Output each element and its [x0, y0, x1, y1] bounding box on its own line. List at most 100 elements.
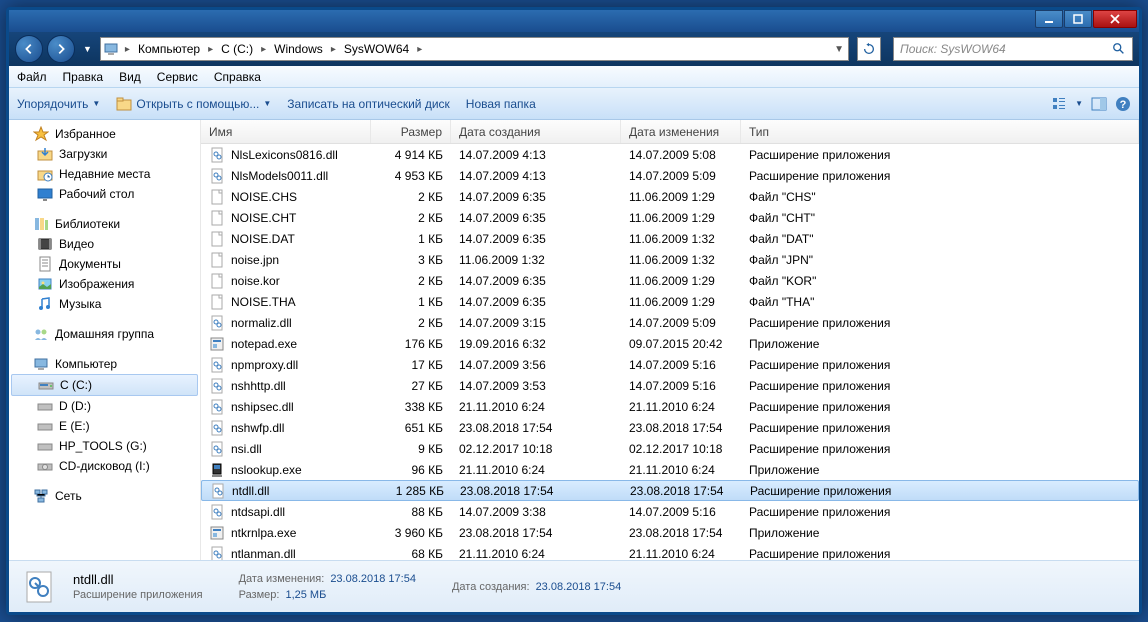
file-row[interactable]: nshhttp.dll27 КБ14.07.2009 3:5314.07.200…: [201, 375, 1139, 396]
view-options-icon[interactable]: [1051, 96, 1067, 112]
chevron-right-icon[interactable]: ▸: [257, 44, 270, 55]
file-row[interactable]: ntdsapi.dll88 КБ14.07.2009 3:3814.07.200…: [201, 501, 1139, 522]
file-type: Расширение приложения: [741, 421, 1139, 435]
cd-drive-icon: [37, 458, 53, 474]
sidebar-computer[interactable]: Компьютер: [9, 354, 200, 374]
column-modified[interactable]: Дата изменения: [621, 120, 741, 143]
file-row[interactable]: NOISE.CHS2 КБ14.07.2009 6:3511.06.2009 1…: [201, 186, 1139, 207]
open-with-button[interactable]: Открыть с помощью... ▼: [116, 96, 271, 112]
maximize-button[interactable]: [1064, 10, 1092, 28]
breadcrumb[interactable]: ▸ Компьютер ▸ C (C:) ▸ Windows ▸ SysWOW6…: [100, 37, 849, 61]
file-row[interactable]: NOISE.DAT1 КБ14.07.2009 6:3511.06.2009 1…: [201, 228, 1139, 249]
column-name[interactable]: Имя: [201, 120, 371, 143]
file-row[interactable]: notepad.exe176 КБ19.09.2016 6:3209.07.20…: [201, 333, 1139, 354]
file-icon: [209, 441, 225, 457]
file-row[interactable]: nslookup.exe96 КБ21.11.2010 6:2421.11.20…: [201, 459, 1139, 480]
file-size: 1 КБ: [371, 232, 451, 246]
file-created: 02.12.2017 10:18: [451, 442, 621, 456]
file-type: Расширение приложения: [742, 484, 1138, 498]
file-row[interactable]: nsi.dll9 КБ02.12.2017 10:1802.12.2017 10…: [201, 438, 1139, 459]
file-row[interactable]: noise.kor2 КБ14.07.2009 6:3511.06.2009 1…: [201, 270, 1139, 291]
file-name: normaliz.dll: [231, 316, 292, 330]
sidebar-libraries[interactable]: Библиотеки: [9, 214, 200, 234]
sidebar-item[interactable]: E (E:): [9, 416, 200, 436]
organize-button[interactable]: Упорядочить ▼: [17, 97, 100, 111]
sidebar-item[interactable]: Загрузки: [9, 144, 200, 164]
burn-button[interactable]: Записать на оптический диск: [287, 97, 450, 111]
chevron-down-icon[interactable]: ▼: [830, 44, 848, 55]
history-dropdown-icon[interactable]: ▼: [79, 44, 96, 54]
sidebar-favorites[interactable]: Избранное: [9, 124, 200, 144]
search-input[interactable]: Поиск: SysWOW64: [893, 37, 1133, 61]
sidebar-item[interactable]: Рабочий стол: [9, 184, 200, 204]
file-size: 2 КБ: [371, 274, 451, 288]
sidebar-item[interactable]: Музыка: [9, 294, 200, 314]
breadcrumb-segment[interactable]: Windows: [270, 38, 327, 60]
sidebar-item-c-drive[interactable]: C (C:): [11, 374, 198, 396]
file-row[interactable]: ntkrnlpa.exe3 960 КБ23.08.2018 17:5423.0…: [201, 522, 1139, 543]
file-icon: [209, 357, 225, 373]
file-type: Приложение: [741, 526, 1139, 540]
sidebar-item[interactable]: CD-дисковод (I:): [9, 456, 200, 476]
file-row[interactable]: nshwfp.dll651 КБ23.08.2018 17:5423.08.20…: [201, 417, 1139, 438]
file-icon: [209, 210, 225, 226]
file-created: 23.08.2018 17:54: [451, 526, 621, 540]
help-icon[interactable]: ?: [1115, 96, 1131, 112]
menu-file[interactable]: Файл: [17, 70, 47, 84]
file-created: 14.07.2009 3:15: [451, 316, 621, 330]
back-button[interactable]: [15, 35, 43, 63]
sidebar-item[interactable]: Видео: [9, 234, 200, 254]
column-created[interactable]: Дата создания: [451, 120, 621, 143]
file-row[interactable]: NOISE.THA1 КБ14.07.2009 6:3511.06.2009 1…: [201, 291, 1139, 312]
minimize-button[interactable]: [1035, 10, 1063, 28]
breadcrumb-segment[interactable]: C (C:): [217, 38, 257, 60]
chevron-right-icon[interactable]: ▸: [121, 44, 134, 55]
breadcrumb-segment[interactable]: Компьютер: [134, 38, 204, 60]
menubar: Файл Правка Вид Сервис Справка: [9, 66, 1139, 88]
file-name: NOISE.CHT: [231, 211, 296, 225]
file-modified: 14.07.2009 5:16: [621, 505, 741, 519]
file-row[interactable]: NlsLexicons0816.dll4 914 КБ14.07.2009 4:…: [201, 144, 1139, 165]
file-name: NOISE.DAT: [231, 232, 295, 246]
file-size: 27 КБ: [371, 379, 451, 393]
file-row[interactable]: NlsModels0011.dll4 953 КБ14.07.2009 4:13…: [201, 165, 1139, 186]
chevron-right-icon[interactable]: ▸: [204, 44, 217, 55]
chevron-right-icon[interactable]: ▸: [327, 44, 340, 55]
file-created: 11.06.2009 1:32: [451, 253, 621, 267]
refresh-button[interactable]: [857, 37, 881, 61]
sidebar-item[interactable]: Недавние места: [9, 164, 200, 184]
forward-button[interactable]: [47, 35, 75, 63]
file-type: Файл "CHS": [741, 190, 1139, 204]
breadcrumb-segment[interactable]: SysWOW64: [340, 38, 413, 60]
sidebar-item[interactable]: Изображения: [9, 274, 200, 294]
file-modified: 23.08.2018 17:54: [621, 526, 741, 540]
menu-tools[interactable]: Сервис: [157, 70, 198, 84]
file-icon: [209, 189, 225, 205]
file-name: ntdsapi.dll: [231, 505, 285, 519]
sidebar-network[interactable]: Сеть: [9, 486, 200, 506]
file-row[interactable]: noise.jpn3 КБ11.06.2009 1:3211.06.2009 1…: [201, 249, 1139, 270]
details-pane: ntdll.dll Расширение приложения Дата изм…: [9, 560, 1139, 612]
file-row[interactable]: npmproxy.dll17 КБ14.07.2009 3:5614.07.20…: [201, 354, 1139, 375]
file-row[interactable]: ntdll.dll1 285 КБ23.08.2018 17:5423.08.2…: [201, 480, 1139, 501]
column-type[interactable]: Тип: [741, 120, 1139, 143]
sidebar-item[interactable]: HP_TOOLS (G:): [9, 436, 200, 456]
new-folder-button[interactable]: Новая папка: [466, 97, 536, 111]
search-icon: [1112, 42, 1126, 56]
sidebar-homegroup[interactable]: Домашняя группа: [9, 324, 200, 344]
chevron-right-icon[interactable]: ▸: [413, 44, 426, 55]
sidebar-item[interactable]: Документы: [9, 254, 200, 274]
menu-edit[interactable]: Правка: [63, 70, 104, 84]
file-row[interactable]: ntlanman.dll68 КБ21.11.2010 6:2421.11.20…: [201, 543, 1139, 560]
file-row[interactable]: NOISE.CHT2 КБ14.07.2009 6:3511.06.2009 1…: [201, 207, 1139, 228]
file-row[interactable]: normaliz.dll2 КБ14.07.2009 3:1514.07.200…: [201, 312, 1139, 333]
menu-help[interactable]: Справка: [214, 70, 261, 84]
menu-view[interactable]: Вид: [119, 70, 141, 84]
file-row[interactable]: nshipsec.dll338 КБ21.11.2010 6:2421.11.2…: [201, 396, 1139, 417]
sidebar-item[interactable]: D (D:): [9, 396, 200, 416]
close-button[interactable]: [1093, 10, 1137, 28]
file-icon: [209, 336, 225, 352]
column-size[interactable]: Размер: [371, 120, 451, 143]
preview-pane-icon[interactable]: [1091, 96, 1107, 112]
view-dropdown-icon[interactable]: ▼: [1075, 99, 1083, 108]
